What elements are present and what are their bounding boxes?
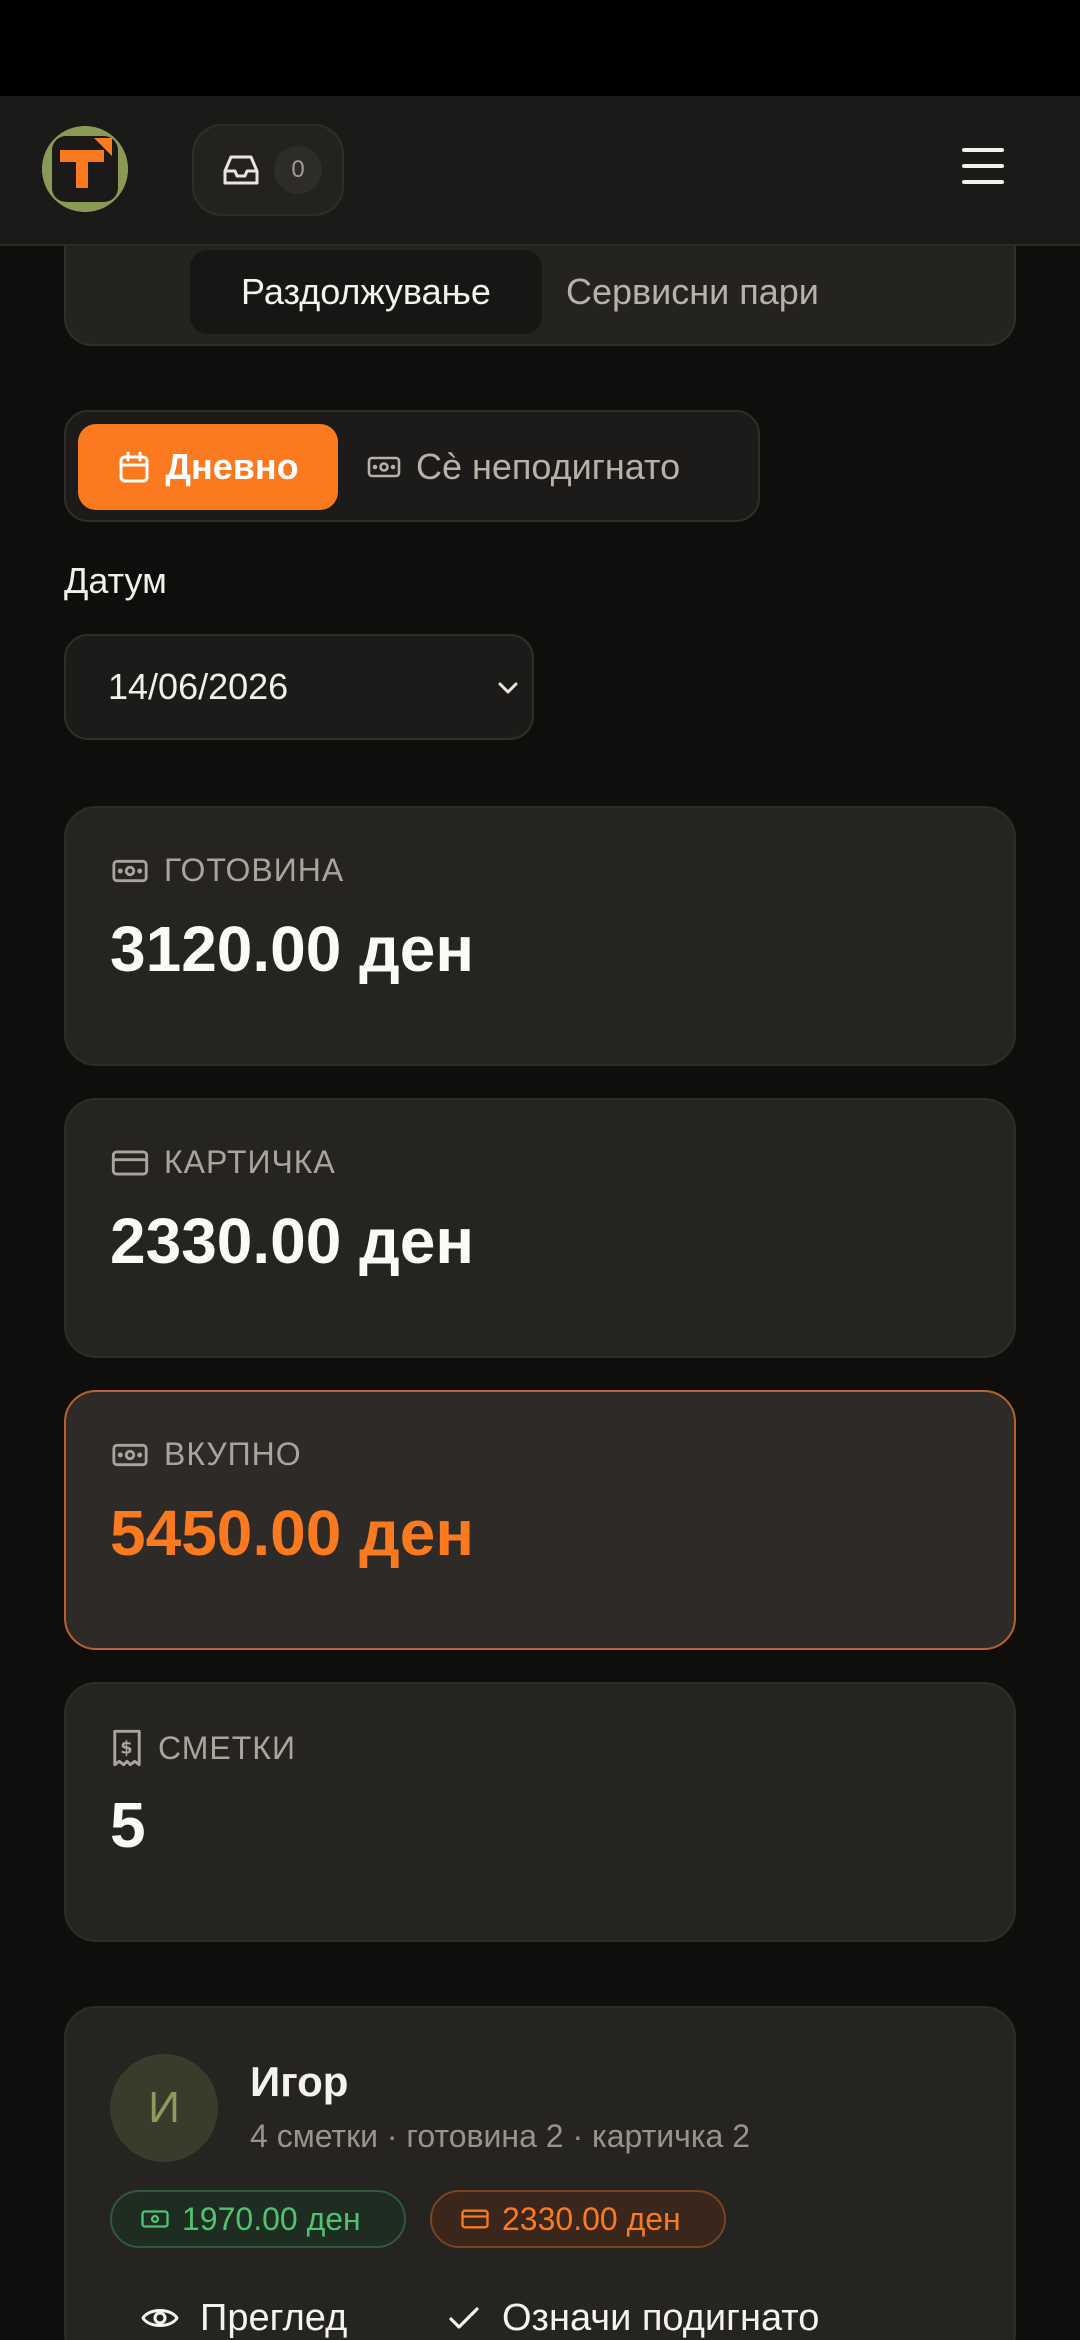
daily-mode-label: Дневно (165, 446, 299, 487)
card-amount: 2330.00 ден (502, 2200, 681, 2237)
all-unclaimed-mode-button[interactable]: Сè неподигнато (366, 424, 746, 510)
stat-label: ГОТОВИНА (164, 852, 345, 888)
card-stat-card: КАРТИЧКА 2330.00 ден (64, 1098, 1016, 1358)
mark-collected-label: Означи подигнато (502, 2296, 820, 2339)
total-stat-card: ВКУПНО 5450.00 ден (64, 1390, 1016, 1650)
app-logo[interactable] (42, 126, 128, 212)
svg-text:$: $ (120, 1739, 133, 1759)
card-amount-badge: 2330.00 ден (430, 2190, 726, 2248)
card-icon (110, 1148, 150, 1178)
cash-amount: 1970.00 ден (182, 2200, 361, 2237)
check-icon (446, 2303, 482, 2333)
chevron-down-icon (492, 672, 524, 704)
date-label: Датум (64, 560, 167, 601)
tab-servisni-pari[interactable]: Сервисни пари (566, 250, 926, 334)
mode-toggle: Дневно Сè неподигнато (64, 410, 760, 522)
employee-summary: 4 сметки · готовина 2 · картичка 2 (250, 2118, 750, 2154)
date-value: 14/06/2026 (108, 666, 289, 707)
stat-value: 5450.00 ден (110, 1497, 474, 1569)
eye-icon (140, 2303, 180, 2333)
cash-icon (110, 1441, 150, 1469)
stat-label: КАРТИЧКА (164, 1144, 336, 1180)
stat-label: СМЕТКИ (158, 1729, 296, 1766)
receipts-stat-card: $ СМЕТКИ 5 (64, 1682, 1016, 1942)
cash-icon (366, 454, 402, 480)
tab-razdolzhuvanje[interactable]: Раздолжување (190, 250, 542, 334)
stat-value: 3120.00 ден (110, 913, 474, 985)
view-label: Преглед (200, 2296, 348, 2339)
inbox-button[interactable]: 0 (192, 124, 344, 216)
calendar-icon (117, 450, 151, 484)
avatar: И (110, 2054, 218, 2162)
employee-card: И Игор 4 сметки · готовина 2 · картичка … (64, 2006, 1016, 2340)
mark-collected-button[interactable]: Означи подигнато (446, 2286, 819, 2340)
view-button[interactable]: Преглед (140, 2286, 347, 2340)
cash-icon (140, 2208, 170, 2230)
card-icon (460, 2208, 490, 2230)
daily-mode-button[interactable]: Дневно (78, 424, 338, 510)
stat-value: 2330.00 ден (110, 1205, 474, 1277)
inbox-icon (222, 153, 260, 187)
employee-name: Игор (250, 2058, 349, 2105)
hamburger-menu-icon[interactable] (958, 148, 1008, 192)
all-unclaimed-label: Сè неподигнато (416, 446, 681, 487)
section-switcher: Раздолжување Сервисни пари (64, 246, 1016, 346)
date-select[interactable]: 14/06/2026 (64, 634, 534, 740)
stat-label: ВКУПНО (164, 1436, 302, 1472)
cash-stat-card: ГОТОВИНА 3120.00 ден (64, 806, 1016, 1066)
top-bar: 0 (0, 96, 1080, 246)
status-bar (0, 0, 1080, 96)
stat-value: 5 (110, 1789, 146, 1861)
inbox-count-badge: 0 (274, 146, 322, 194)
cash-amount-badge: 1970.00 ден (110, 2190, 406, 2248)
receipt-icon: $ (110, 1728, 144, 1768)
cash-icon (110, 857, 150, 885)
